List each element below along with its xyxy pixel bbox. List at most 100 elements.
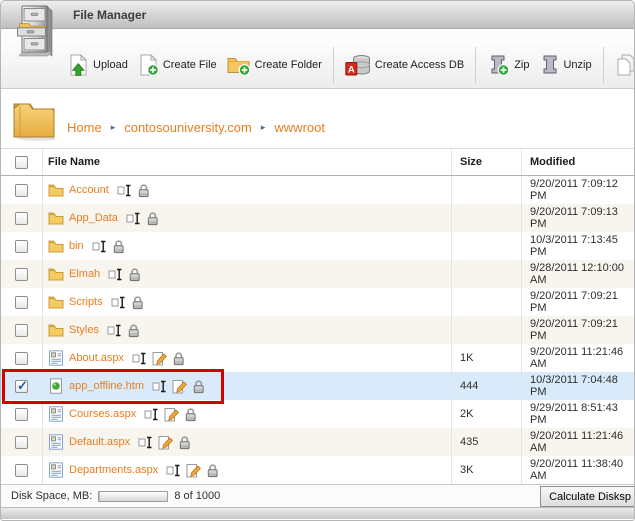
row-checkbox[interactable] bbox=[15, 380, 28, 393]
file-name-link[interactable]: Account bbox=[69, 184, 109, 196]
row-checkbox[interactable] bbox=[15, 464, 28, 477]
rename-icon[interactable] bbox=[152, 380, 167, 393]
file-name-cell: Default.aspx bbox=[43, 428, 452, 456]
file-modified: 9/28/2011 12:10:00 AM bbox=[522, 260, 634, 288]
file-name-link[interactable]: Styles bbox=[69, 324, 99, 336]
file-modified: 9/20/2011 11:21:46 AM bbox=[522, 344, 634, 372]
rename-icon[interactable] bbox=[117, 184, 132, 197]
row-checkbox[interactable] bbox=[15, 436, 28, 449]
edit-icon[interactable] bbox=[158, 435, 173, 450]
table-row-account[interactable]: Account9/20/2011 7:09:12 PM bbox=[1, 176, 634, 204]
breadcrumb-item-contosouniversity-com[interactable]: contosouniversity.com bbox=[124, 120, 252, 135]
create-folder-button[interactable]: Create Folder bbox=[224, 53, 325, 77]
file-size: 2K bbox=[452, 400, 522, 428]
table-row-about-aspx[interactable]: About.aspx 1K9/20/2011 11:21:46 AM bbox=[1, 344, 634, 372]
lock-icon[interactable] bbox=[172, 351, 185, 366]
toolbar-button-label: Unzip bbox=[563, 59, 591, 71]
table-row-departments-aspx[interactable]: Departments.aspx3K9/20/2011 11:38:40 AM bbox=[1, 456, 634, 484]
create-access-db-button[interactable]: ACreate Access DB bbox=[342, 53, 467, 77]
column-header-file-name[interactable]: File Name bbox=[43, 149, 452, 175]
row-checkbox[interactable] bbox=[15, 352, 28, 365]
folder-icon bbox=[48, 295, 64, 309]
file-name-link[interactable]: app_offline.htm bbox=[69, 380, 144, 392]
rename-icon[interactable] bbox=[108, 268, 123, 281]
file-modified: 10/3/2011 7:13:45 PM bbox=[522, 232, 634, 260]
file-modified: 9/20/2011 7:09:21 PM bbox=[522, 288, 634, 316]
toolbar-button-label: Create File bbox=[163, 59, 217, 71]
row-checkbox[interactable] bbox=[15, 324, 28, 337]
rename-icon[interactable] bbox=[126, 212, 141, 225]
aspx-file-icon bbox=[48, 350, 64, 366]
row-checkbox-cell bbox=[1, 344, 43, 372]
edit-icon[interactable] bbox=[164, 407, 179, 422]
file-name-link[interactable]: App_Data bbox=[69, 212, 118, 224]
zip-button[interactable]: Zip bbox=[484, 53, 532, 77]
copy-button[interactable]: Copy bbox=[612, 53, 635, 77]
row-checkbox[interactable] bbox=[15, 408, 28, 421]
rename-icon[interactable] bbox=[132, 352, 147, 365]
table-row-scripts[interactable]: Scripts 9/20/2011 7:09:21 PM bbox=[1, 288, 634, 316]
rename-icon[interactable] bbox=[166, 464, 181, 477]
rename-icon[interactable] bbox=[107, 324, 122, 337]
row-checkbox[interactable] bbox=[15, 212, 28, 225]
edit-icon[interactable] bbox=[186, 463, 201, 478]
row-checkbox[interactable] bbox=[15, 240, 28, 253]
table-row-app-offline-htm[interactable]: app_offline.htm44410/3/2011 7:04:48 PM bbox=[1, 372, 634, 400]
file-name-cell: bin bbox=[43, 232, 452, 260]
file-name-link[interactable]: bin bbox=[69, 240, 84, 252]
file-modified: 10/3/2011 7:04:48 PM bbox=[522, 372, 634, 400]
lock-icon[interactable] bbox=[137, 183, 150, 198]
file-name-link[interactable]: Courses.aspx bbox=[69, 408, 136, 420]
aspx-file-icon bbox=[48, 462, 64, 478]
lock-icon[interactable] bbox=[184, 407, 197, 422]
lock-icon[interactable] bbox=[128, 267, 141, 282]
row-checkbox[interactable] bbox=[15, 184, 28, 197]
table-row-elmah[interactable]: Elmah 9/28/2011 12:10:00 AM bbox=[1, 260, 634, 288]
file-size bbox=[452, 316, 522, 344]
file-name-link[interactable]: Elmah bbox=[69, 268, 100, 280]
lock-icon[interactable] bbox=[178, 435, 191, 450]
calculate-diskspace-button[interactable]: Calculate Disksp bbox=[540, 486, 635, 507]
upload-icon bbox=[68, 54, 89, 76]
unzip-button[interactable]: Unzip bbox=[536, 53, 594, 77]
breadcrumb-item-wwwroot[interactable]: wwwroot bbox=[274, 120, 325, 135]
lock-icon[interactable] bbox=[192, 379, 205, 394]
table-row-courses-aspx[interactable]: Courses.aspx 2K9/29/2011 8:51:43 PM bbox=[1, 400, 634, 428]
file-modified: 9/29/2011 8:51:43 PM bbox=[522, 400, 634, 428]
column-header-size[interactable]: Size bbox=[452, 149, 522, 175]
file-name-link[interactable]: About.aspx bbox=[69, 352, 124, 364]
row-checkbox[interactable] bbox=[15, 268, 28, 281]
toolbar-separator bbox=[603, 47, 604, 83]
file-size: 1K bbox=[452, 344, 522, 372]
lock-icon[interactable] bbox=[206, 463, 219, 478]
breadcrumb-item-home[interactable]: Home bbox=[67, 120, 102, 135]
rename-icon[interactable] bbox=[138, 436, 153, 449]
toolbar-separator bbox=[333, 47, 334, 83]
lock-icon[interactable] bbox=[112, 239, 125, 254]
edit-icon[interactable] bbox=[172, 379, 187, 394]
file-name-link[interactable]: Departments.aspx bbox=[69, 464, 158, 476]
create-file-button[interactable]: Create File bbox=[135, 53, 220, 77]
column-header-modified[interactable]: Modified bbox=[522, 149, 634, 175]
lock-icon[interactable] bbox=[146, 211, 159, 226]
table-row-app-data[interactable]: App_Data9/20/2011 7:09:13 PM bbox=[1, 204, 634, 232]
lock-icon[interactable] bbox=[131, 295, 144, 310]
folder-icon bbox=[48, 267, 64, 281]
lock-icon[interactable] bbox=[127, 323, 140, 338]
rename-icon[interactable] bbox=[111, 296, 126, 309]
rename-icon[interactable] bbox=[92, 240, 107, 253]
table-row-bin[interactable]: bin 10/3/2011 7:13:45 PM bbox=[1, 232, 634, 260]
rename-icon[interactable] bbox=[144, 408, 159, 421]
htm-file-icon bbox=[48, 378, 64, 394]
file-name-link[interactable]: Default.aspx bbox=[69, 436, 130, 448]
table-row-styles[interactable]: Styles9/20/2011 7:09:21 PM bbox=[1, 316, 634, 344]
disk-space-progressbar bbox=[98, 491, 168, 502]
file-name-cell: app_offline.htm bbox=[43, 372, 452, 400]
edit-icon[interactable] bbox=[152, 351, 167, 366]
row-checkbox-cell bbox=[1, 400, 43, 428]
select-all-checkbox[interactable] bbox=[15, 156, 28, 169]
upload-button[interactable]: Upload bbox=[65, 53, 131, 77]
file-name-link[interactable]: Scripts bbox=[69, 296, 103, 308]
table-row-default-aspx[interactable]: Default.aspx4359/20/2011 11:21:46 AM bbox=[1, 428, 634, 456]
row-checkbox[interactable] bbox=[15, 296, 28, 309]
